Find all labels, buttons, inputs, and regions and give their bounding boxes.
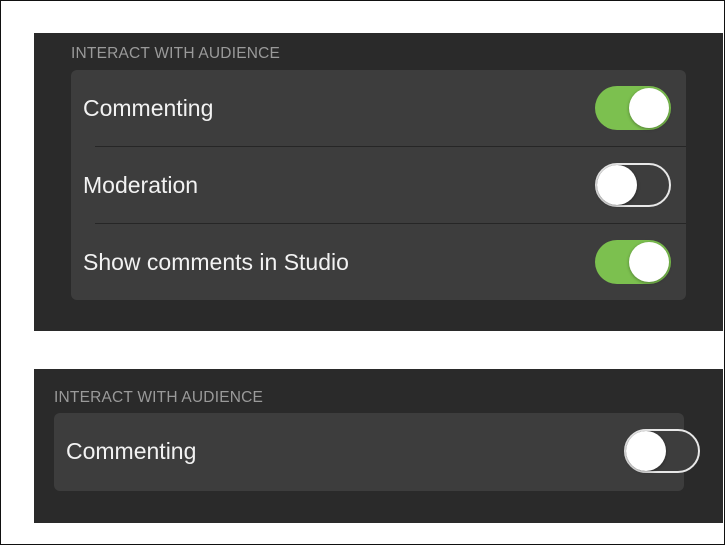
section-header: INTERACT WITH AUDIENCE xyxy=(54,389,264,406)
setting-label: Show comments in Studio xyxy=(83,249,349,275)
toggle-knob xyxy=(629,242,669,282)
show-comments-in-studio-toggle[interactable] xyxy=(595,240,671,284)
setting-label: Moderation xyxy=(83,172,199,198)
setting-row-show-comments[interactable]: Show comments in Studio xyxy=(71,224,686,301)
settings-group: Commenting Moderation Show comments in S… xyxy=(71,70,686,300)
toggle-knob xyxy=(629,88,669,128)
settings-group: Commenting xyxy=(54,413,700,491)
toggle-knob xyxy=(597,165,637,205)
section-header: INTERACT WITH AUDIENCE xyxy=(71,45,281,62)
moderation-toggle[interactable] xyxy=(595,163,671,207)
settings-panel-bottom: INTERACT WITH AUDIENCE Commenting xyxy=(34,369,723,523)
setting-row-commenting[interactable]: Commenting xyxy=(54,413,700,490)
commenting-toggle[interactable] xyxy=(624,429,700,473)
setting-row-commenting[interactable]: Commenting xyxy=(71,70,686,147)
setting-label: Commenting xyxy=(83,95,214,121)
commenting-toggle[interactable] xyxy=(595,86,671,130)
settings-panel-top: INTERACT WITH AUDIENCE Commenting Modera… xyxy=(34,33,723,331)
setting-row-moderation[interactable]: Moderation xyxy=(71,147,686,224)
toggle-knob xyxy=(626,431,666,471)
setting-label: Commenting xyxy=(66,438,197,464)
